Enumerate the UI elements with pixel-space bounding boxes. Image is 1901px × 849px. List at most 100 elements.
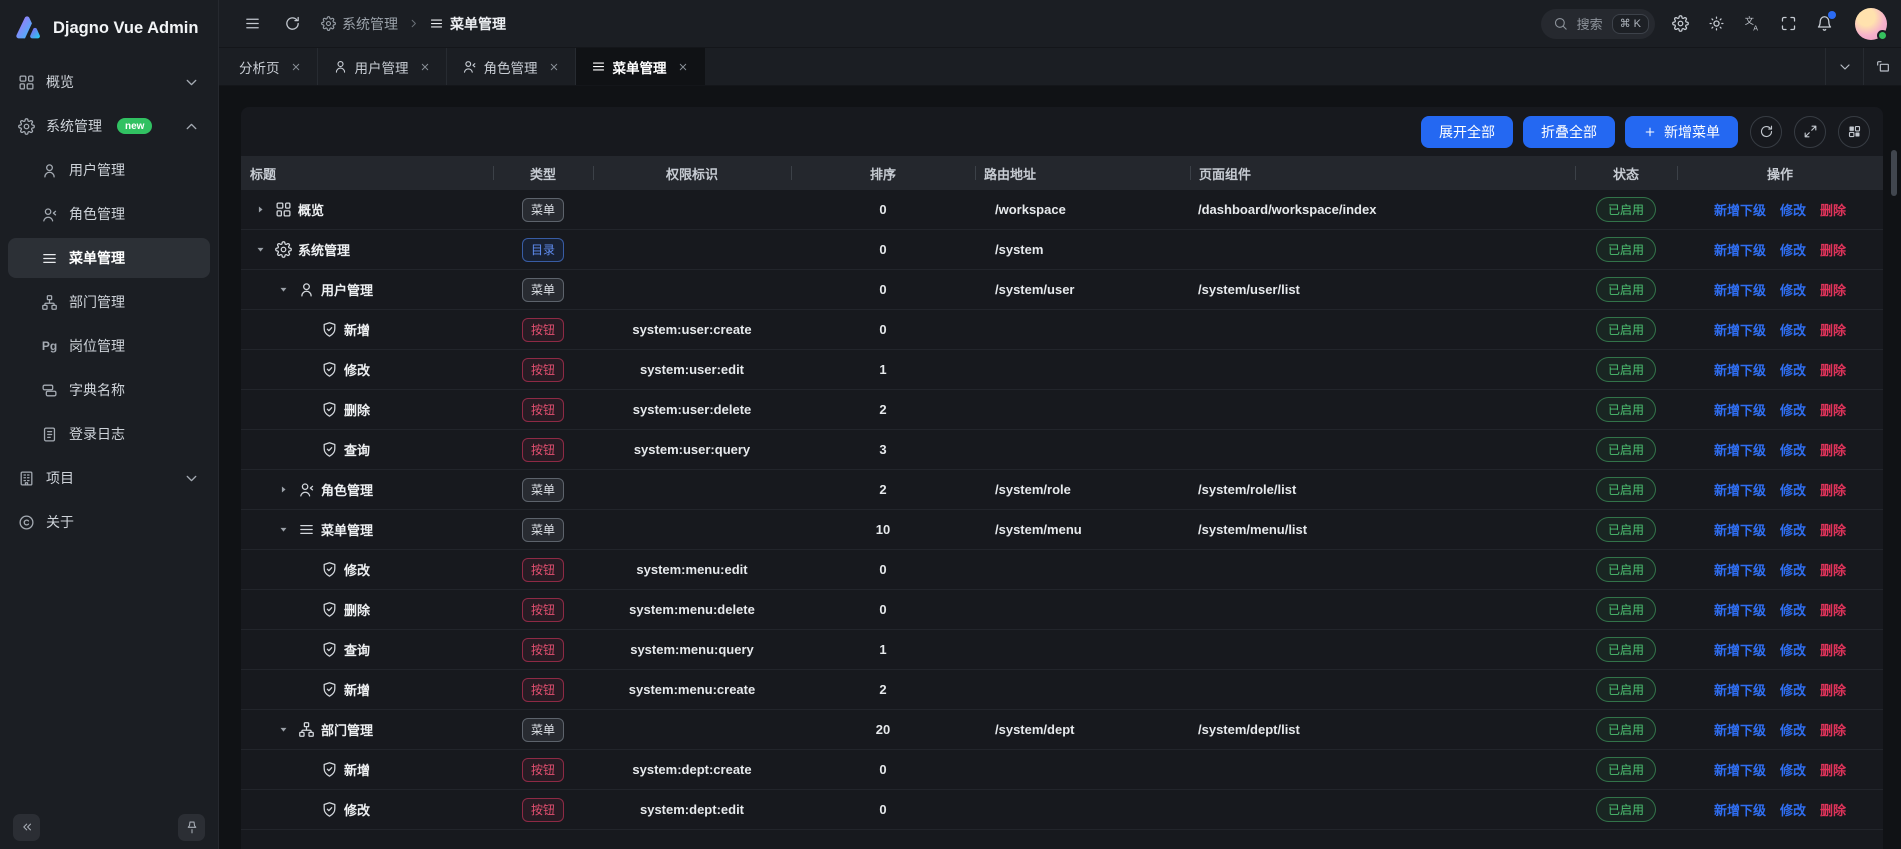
table-row[interactable]: 角色管理菜单2/system/role/system/role/list已启用新…: [241, 470, 1883, 510]
expand-all-button[interactable]: 展开全部: [1421, 116, 1513, 148]
sidebar-item-about[interactable]: 关于: [8, 502, 210, 542]
action-edit-link[interactable]: 修改: [1780, 320, 1806, 339]
sidebar-item-dict-name[interactable]: 字典名称: [8, 370, 210, 410]
table-row[interactable]: 修改按钮system:user:edit1已启用新增下级修改删除: [241, 350, 1883, 390]
action-add-child-link[interactable]: 新增下级: [1714, 680, 1766, 699]
tab-close-icon[interactable]: [548, 61, 560, 73]
avatar[interactable]: [1855, 8, 1887, 40]
action-edit-link[interactable]: 修改: [1780, 800, 1806, 819]
action-add-child-link[interactable]: 新增下级: [1714, 360, 1766, 379]
action-edit-link[interactable]: 修改: [1780, 240, 1806, 259]
action-edit-link[interactable]: 修改: [1780, 640, 1806, 659]
theme-button[interactable]: [1699, 7, 1733, 41]
tabs-menu-button[interactable]: [1825, 48, 1863, 85]
action-delete-link[interactable]: 删除: [1820, 400, 1846, 419]
tree-down-icon[interactable]: [251, 243, 269, 257]
action-delete-link[interactable]: 删除: [1820, 600, 1846, 619]
action-add-child-link[interactable]: 新增下级: [1714, 240, 1766, 259]
sidebar-item-role-management[interactable]: 角色管理: [8, 194, 210, 234]
action-edit-link[interactable]: 修改: [1780, 520, 1806, 539]
action-delete-link[interactable]: 删除: [1820, 320, 1846, 339]
breadcrumb-item[interactable]: 系统管理: [321, 14, 398, 34]
table-row[interactable]: 删除按钮system:menu:delete0已启用新增下级修改删除: [241, 590, 1883, 630]
table-row[interactable]: 查询按钮system:menu:query1已启用新增下级修改删除: [241, 630, 1883, 670]
sidebar-item-system[interactable]: 系统管理new: [8, 106, 210, 146]
fullscreen-button[interactable]: [1771, 7, 1805, 41]
table-row[interactable]: 修改按钮system:dept:edit0已启用新增下级修改删除: [241, 790, 1883, 830]
action-add-child-link[interactable]: 新增下级: [1714, 320, 1766, 339]
tree-down-icon[interactable]: [274, 283, 292, 297]
action-add-child-link[interactable]: 新增下级: [1714, 520, 1766, 539]
action-delete-link[interactable]: 删除: [1820, 520, 1846, 539]
table-row[interactable]: 新增按钮system:dept:create0已启用新增下级修改删除: [241, 750, 1883, 790]
tab-role-management[interactable]: 角色管理: [447, 48, 576, 85]
tree-down-icon[interactable]: [274, 523, 292, 537]
action-add-child-link[interactable]: 新增下级: [1714, 800, 1766, 819]
action-add-child-link[interactable]: 新增下级: [1714, 400, 1766, 419]
action-delete-link[interactable]: 删除: [1820, 440, 1846, 459]
add-menu-button[interactable]: 新增菜单: [1625, 116, 1738, 148]
table-row[interactable]: 修改按钮system:menu:edit0已启用新增下级修改删除: [241, 550, 1883, 590]
search-input[interactable]: 搜索 ⌘ K: [1541, 9, 1655, 39]
table-row[interactable]: 部门管理菜单20/system/dept/system/dept/list已启用…: [241, 710, 1883, 750]
sidebar-collapse-button[interactable]: [13, 814, 40, 841]
action-add-child-link[interactable]: 新增下级: [1714, 600, 1766, 619]
action-edit-link[interactable]: 修改: [1780, 200, 1806, 219]
menu-toggle-button[interactable]: [241, 13, 263, 35]
action-edit-link[interactable]: 修改: [1780, 680, 1806, 699]
table-row[interactable]: 删除按钮system:user:delete2已启用新增下级修改删除: [241, 390, 1883, 430]
breadcrumb-item[interactable]: 菜单管理: [429, 14, 506, 34]
action-delete-link[interactable]: 删除: [1820, 760, 1846, 779]
action-edit-link[interactable]: 修改: [1780, 480, 1806, 499]
sidebar-item-project[interactable]: 项目: [8, 458, 210, 498]
action-delete-link[interactable]: 删除: [1820, 200, 1846, 219]
language-button[interactable]: 文A: [1735, 7, 1769, 41]
table-row[interactable]: 新增按钮system:menu:create2已启用新增下级修改删除: [241, 670, 1883, 710]
sidebar-item-menu-management[interactable]: 菜单管理: [8, 238, 210, 278]
action-add-child-link[interactable]: 新增下级: [1714, 560, 1766, 579]
action-add-child-link[interactable]: 新增下级: [1714, 640, 1766, 659]
collapse-all-button[interactable]: 折叠全部: [1523, 116, 1615, 148]
table-row[interactable]: 用户管理菜单0/system/user/system/user/list已启用新…: [241, 270, 1883, 310]
table-row[interactable]: 新增按钮system:user:create0已启用新增下级修改删除: [241, 310, 1883, 350]
tab-close-icon[interactable]: [290, 61, 302, 73]
tab-user-management[interactable]: 用户管理: [318, 48, 447, 85]
sidebar-item-user-management[interactable]: 用户管理: [8, 150, 210, 190]
action-add-child-link[interactable]: 新增下级: [1714, 440, 1766, 459]
action-delete-link[interactable]: 删除: [1820, 720, 1846, 739]
action-add-child-link[interactable]: 新增下级: [1714, 480, 1766, 499]
action-edit-link[interactable]: 修改: [1780, 280, 1806, 299]
table-row[interactable]: 系统管理目录0/system已启用新增下级修改删除: [241, 230, 1883, 270]
tab-menu-management[interactable]: 菜单管理: [576, 48, 705, 85]
action-delete-link[interactable]: 删除: [1820, 560, 1846, 579]
tree-right-icon[interactable]: [251, 203, 269, 217]
action-edit-link[interactable]: 修改: [1780, 720, 1806, 739]
tab-analysis[interactable]: 分析页: [224, 48, 318, 85]
tabs-maximize-button[interactable]: [1863, 48, 1901, 85]
action-delete-link[interactable]: 删除: [1820, 800, 1846, 819]
toolbar-columns-button[interactable]: [1838, 116, 1870, 148]
action-delete-link[interactable]: 删除: [1820, 640, 1846, 659]
toolbar-refresh-button[interactable]: [1750, 116, 1782, 148]
notifications-button[interactable]: [1807, 7, 1841, 41]
toolbar-fullscreen-button[interactable]: [1794, 116, 1826, 148]
action-edit-link[interactable]: 修改: [1780, 360, 1806, 379]
action-edit-link[interactable]: 修改: [1780, 600, 1806, 619]
sidebar-item-login-log[interactable]: 登录日志: [8, 414, 210, 454]
tab-close-icon[interactable]: [677, 61, 689, 73]
table-row[interactable]: 概览菜单0/workspace/dashboard/workspace/inde…: [241, 190, 1883, 230]
sidebar-pin-button[interactable]: [178, 814, 205, 841]
settings-button[interactable]: [1663, 7, 1697, 41]
action-delete-link[interactable]: 删除: [1820, 680, 1846, 699]
action-add-child-link[interactable]: 新增下级: [1714, 200, 1766, 219]
table-row[interactable]: 查询按钮system:user:query3已启用新增下级修改删除: [241, 430, 1883, 470]
refresh-button[interactable]: [281, 13, 303, 35]
action-delete-link[interactable]: 删除: [1820, 240, 1846, 259]
tree-down-icon[interactable]: [274, 723, 292, 737]
action-delete-link[interactable]: 删除: [1820, 280, 1846, 299]
action-edit-link[interactable]: 修改: [1780, 400, 1806, 419]
tab-close-icon[interactable]: [419, 61, 431, 73]
action-edit-link[interactable]: 修改: [1780, 560, 1806, 579]
action-edit-link[interactable]: 修改: [1780, 760, 1806, 779]
action-add-child-link[interactable]: 新增下级: [1714, 760, 1766, 779]
